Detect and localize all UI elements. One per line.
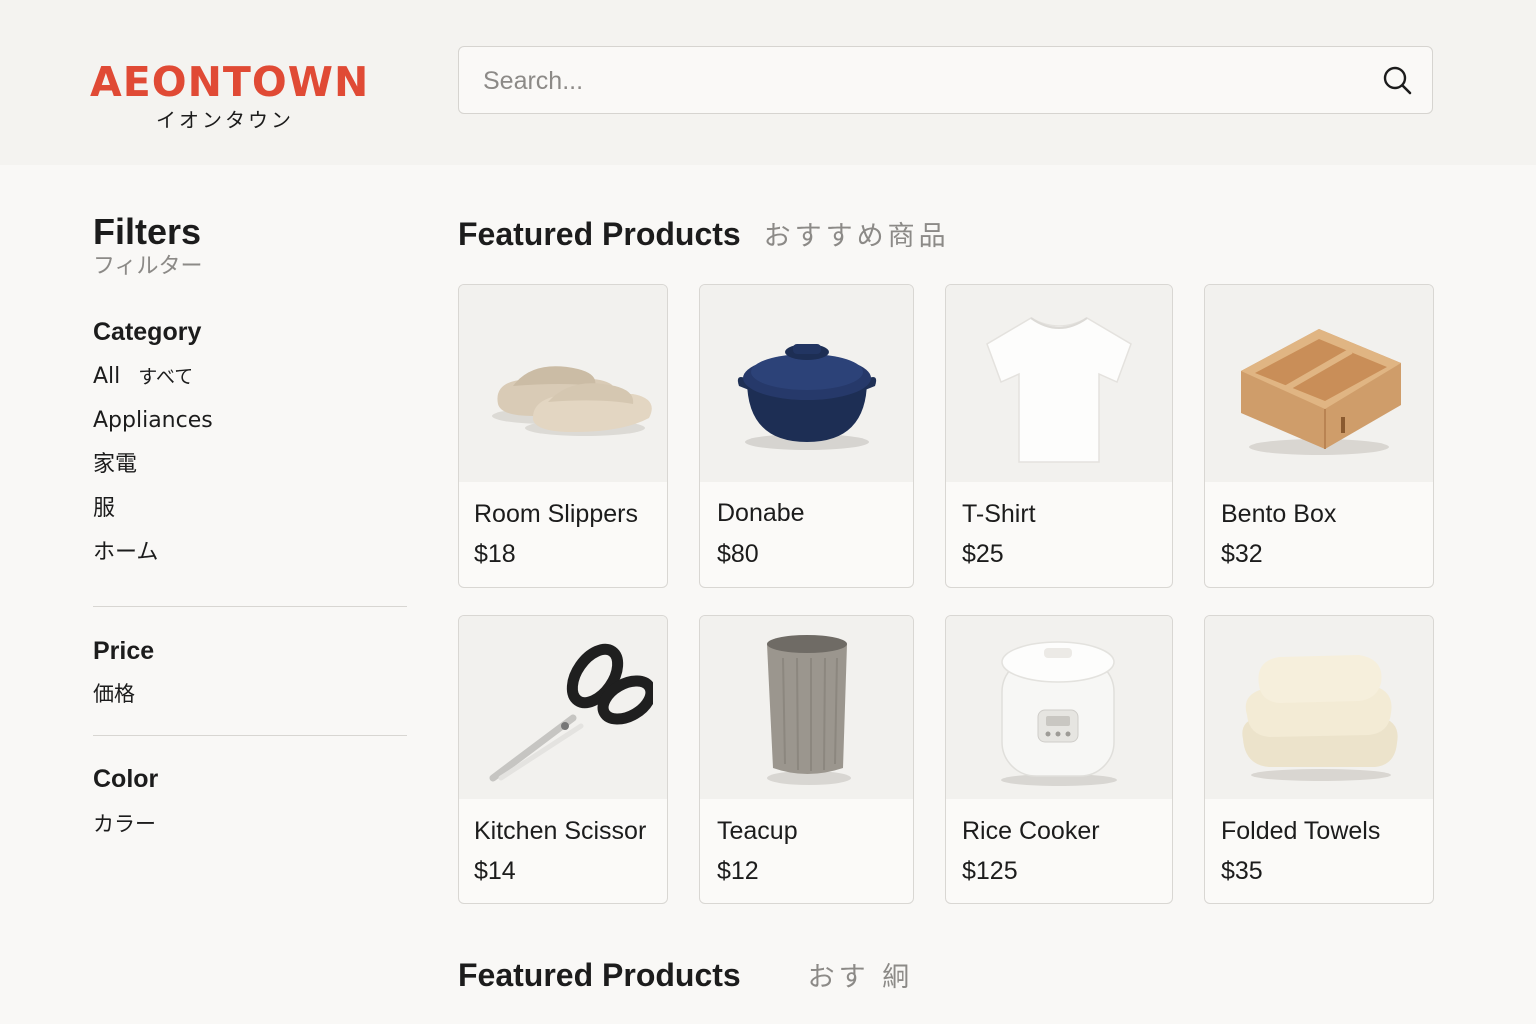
color-section[interactable]: Color カラー [93, 763, 407, 839]
product-card-rice-cooker[interactable]: Rice Cooker $125 [945, 615, 1173, 904]
section-title-jp: おすすめ商品 [763, 221, 950, 252]
divider [93, 735, 407, 736]
product-name: Bento Box [1221, 500, 1337, 528]
price-section[interactable]: Price 価格 [93, 635, 407, 709]
product-name: Kitchen Scissor [474, 817, 647, 845]
product-card-teacup[interactable]: Teacup $12 [699, 615, 914, 904]
category-item-all[interactable]: All すべて [93, 362, 407, 406]
product-image [459, 285, 667, 482]
section-title-jp: おす 絅 [807, 962, 914, 993]
featured-products-heading-2: Featured Products おす 絅 [458, 955, 913, 998]
brand-name: AEONTOWN [90, 58, 370, 106]
filters-sidebar: Filters フィルター Category All すべて Appliances… [93, 210, 407, 839]
category-item-home[interactable]: ホーム [93, 538, 407, 582]
product-card-t-shirt[interactable]: T-Shirt $25 [945, 284, 1173, 588]
product-card-kitchen-scissor[interactable]: Kitchen Scissor $14 [458, 615, 668, 904]
donabe-pot-icon [737, 343, 876, 450]
product-price: $12 [717, 857, 759, 885]
price-title-jp: 価格 [93, 682, 135, 706]
product-price: $35 [1221, 857, 1263, 885]
bento-box-icon [1241, 328, 1401, 455]
category-label: All [93, 364, 121, 389]
section-title: Featured Products [458, 216, 741, 252]
product-image [946, 285, 1172, 482]
slippers-icon [492, 365, 652, 436]
product-name: Donabe [717, 499, 805, 527]
category-label: 家電 [93, 452, 138, 477]
category-item-appliances[interactable]: Appliances [93, 406, 407, 450]
rice-cooker-icon [1001, 640, 1117, 786]
category-label: Appliances [93, 408, 213, 433]
product-name: T-Shirt [962, 500, 1036, 528]
product-card-donabe[interactable]: Donabe $80 [699, 284, 914, 588]
header: AEONTOWN イオンタウン [0, 0, 1536, 165]
color-title: Color [93, 765, 159, 793]
product-name: Folded Towels [1221, 817, 1381, 845]
search-bar [458, 46, 1433, 114]
section-title: Featured Products [458, 957, 741, 993]
towels-icon [1242, 654, 1398, 781]
search-icon[interactable] [1382, 65, 1414, 97]
product-image [459, 616, 667, 799]
filters-title: Filters [93, 211, 202, 252]
category-label: ホーム [93, 540, 159, 565]
product-price: $32 [1221, 540, 1263, 568]
product-price: $25 [962, 540, 1004, 568]
category-item-fuku[interactable]: 服 [93, 494, 407, 538]
product-image [700, 616, 913, 799]
category-title: Category [93, 318, 202, 346]
product-card-bento-box[interactable]: Bento Box $32 [1204, 284, 1434, 588]
brand-logo[interactable]: AEONTOWN イオンタウン [90, 58, 370, 132]
category-item-kaden[interactable]: 家電 [93, 450, 407, 494]
product-card-folded-towels[interactable]: Folded Towels $35 [1204, 615, 1434, 904]
product-price: $80 [717, 540, 759, 568]
category-label: 服 [93, 496, 116, 521]
category-section: Category All すべて Appliances 家電 服 ホーム [93, 316, 407, 582]
scissors-icon [489, 643, 653, 781]
product-price: $125 [962, 857, 1018, 885]
product-image [946, 616, 1172, 799]
featured-products-heading: Featured Products おすすめ商品 [458, 214, 950, 257]
product-card-room-slippers[interactable]: Room Slippers $18 [458, 284, 668, 588]
product-name: Teacup [717, 817, 798, 845]
product-name: Room Slippers [474, 500, 638, 528]
category-label-jp: すべて [138, 366, 194, 388]
product-image [1205, 616, 1433, 799]
price-title: Price [93, 637, 155, 665]
product-image [1205, 285, 1433, 482]
divider [93, 606, 407, 607]
search-input[interactable] [481, 61, 1345, 101]
product-name: Rice Cooker [962, 817, 1100, 845]
category-list: All すべて Appliances 家電 服 ホーム [93, 362, 407, 582]
product-price: $14 [474, 857, 516, 885]
teacup-icon [766, 634, 851, 785]
color-title-jp: カラー [93, 812, 156, 836]
product-price: $18 [474, 540, 516, 568]
product-image [700, 285, 913, 482]
t-shirt-icon [986, 316, 1132, 463]
brand-name-jp: イオンタウン [156, 108, 294, 132]
filters-title-jp: フィルター [93, 254, 203, 279]
